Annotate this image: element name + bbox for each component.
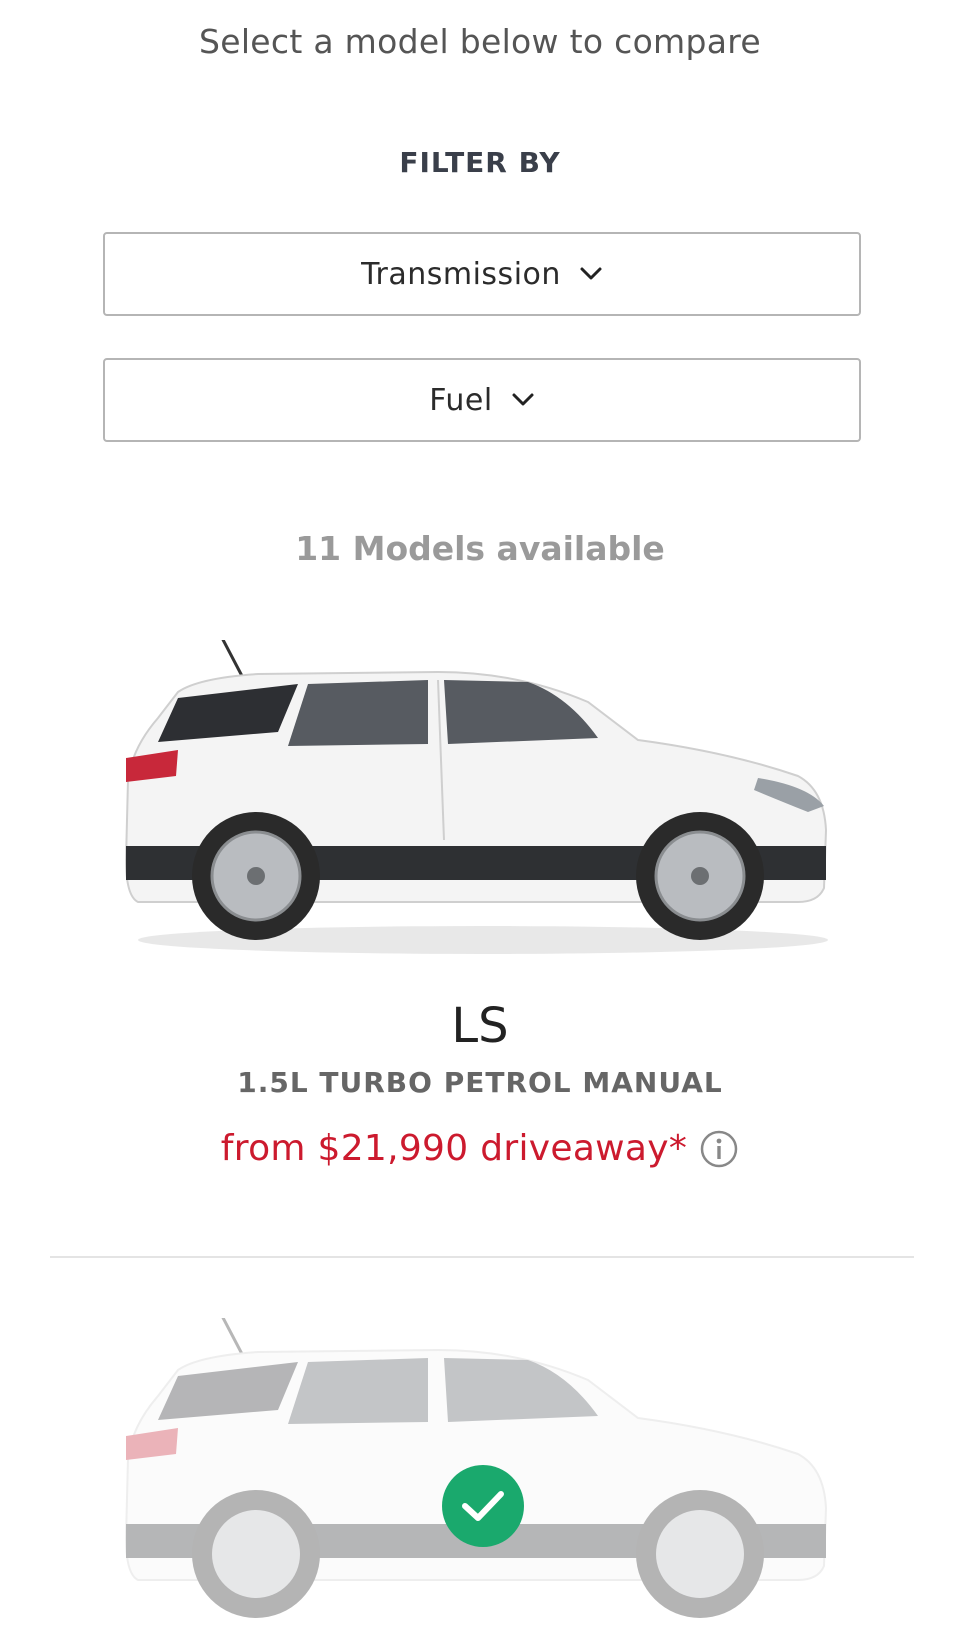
selected-check-badge[interactable] <box>442 1465 524 1547</box>
fuel-dropdown-label: Fuel <box>429 382 493 418</box>
price-row: from $21,990 driveaway* <box>0 1128 960 1169</box>
model-divider <box>50 1256 914 1258</box>
instruction-text: Select a model below to compare <box>198 22 762 61</box>
info-icon[interactable] <box>699 1129 739 1169</box>
transmission-dropdown-label: Transmission <box>361 256 561 292</box>
transmission-dropdown[interactable]: Transmission <box>103 232 861 316</box>
model-spec: 1.5L TURBO PETROL MANUAL <box>237 1066 723 1099</box>
chevron-down-icon <box>512 393 534 406</box>
filter-title: FILTER BY <box>399 146 561 179</box>
checkmark-icon <box>462 1491 504 1521</box>
model-name: LS <box>451 998 509 1054</box>
models-available-count: 11 Models available <box>295 529 665 568</box>
chevron-down-icon <box>580 267 602 280</box>
car-image-ls[interactable] <box>118 640 848 970</box>
fuel-dropdown[interactable]: Fuel <box>103 358 861 442</box>
model-price: from $21,990 driveaway* <box>220 1128 688 1169</box>
